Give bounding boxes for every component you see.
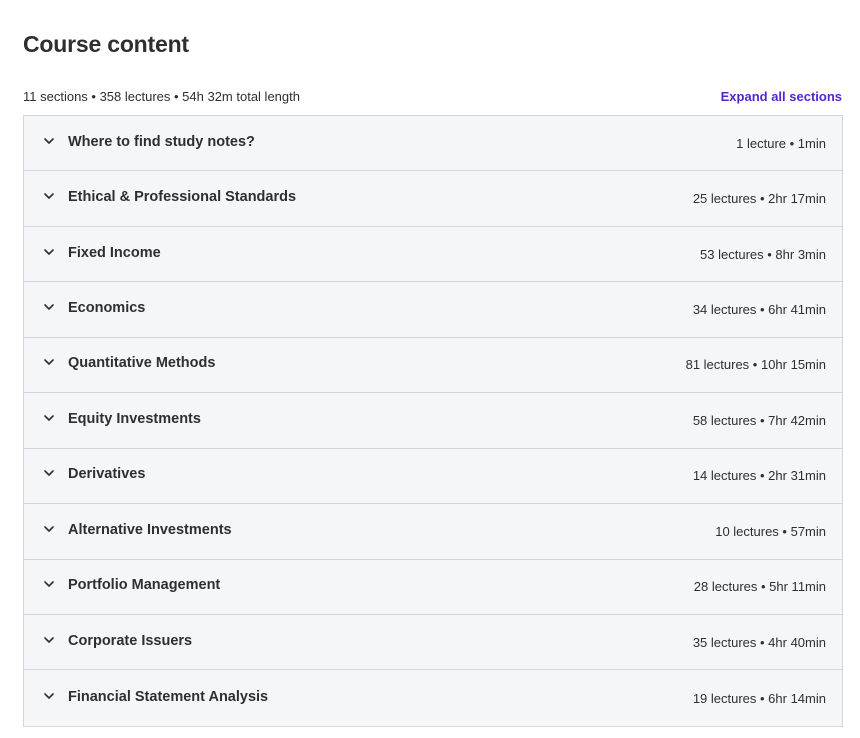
section-title: Alternative Investments (68, 521, 232, 538)
chevron-down-icon[interactable] (43, 579, 55, 591)
expand-all-sections-button[interactable]: Expand all sections (721, 89, 842, 104)
summary-row: 11 sections • 358 lectures • 54h 32m tot… (23, 86, 842, 106)
section-row[interactable]: Quantitative Methods 81 lectures • 10hr 1… (24, 337, 842, 394)
course-summary: 11 sections • 358 lectures • 54h 32m tot… (23, 88, 300, 104)
section-row[interactable]: Ethical & Professional Standards 25 lectu… (24, 171, 842, 227)
chevron-down-icon[interactable] (43, 690, 55, 702)
section-title: Portfolio Management (68, 577, 221, 594)
section-title: Financial Statement Analysis (68, 688, 269, 705)
sections-accordion: Where to find study notes? 1 lecture • 1m… (23, 115, 843, 727)
section-title: Ethical & Professional Standards (68, 189, 297, 206)
section-meta: 28 lectures • 5hr 11min (693, 579, 826, 595)
chevron-down-icon[interactable] (43, 468, 55, 480)
section-meta: 81 lectures • 10hr 15min (685, 357, 826, 373)
section-title: Corporate Issuers (68, 632, 193, 649)
section-meta: 58 lectures • 7hr 42min (692, 412, 826, 428)
section-title: Quantitative Methods (68, 355, 216, 372)
section-row[interactable]: Alternative Investments 10 lectures • 57m… (24, 504, 842, 560)
chevron-down-icon[interactable] (43, 246, 55, 258)
chevron-down-icon[interactable] (43, 357, 55, 369)
section-title: Economics (68, 300, 146, 317)
section-row[interactable]: Financial Statement Analysis 19 lectures … (24, 670, 842, 726)
chevron-down-icon[interactable] (43, 523, 55, 535)
section-title: Fixed Income (68, 244, 161, 261)
course-content-panel: Course content 11 sections • 358 lecture… (0, 0, 860, 738)
chevron-down-icon[interactable] (43, 302, 55, 314)
section-row[interactable]: Portfolio Management 28 lectures • 5hr 11… (24, 559, 842, 615)
section-meta: 35 lectures • 4hr 40min (692, 634, 826, 650)
section-meta: 19 lectures • 6hr 14min (692, 690, 826, 706)
chevron-down-icon[interactable] (43, 135, 55, 147)
section-meta: 10 lectures • 57min (715, 523, 826, 539)
section-row[interactable]: Economics 34 lectures • 6hr 41min (24, 282, 842, 338)
page-title: Course content (23, 31, 189, 57)
section-row[interactable]: Corporate Issuers 35 lectures • 4hr 40min (24, 614, 842, 671)
section-meta: 1 lecture • 1min (736, 135, 826, 151)
section-title: Equity Investments (68, 410, 201, 427)
section-title: Derivatives (68, 466, 146, 483)
section-meta: 14 lectures • 2hr 31min (692, 468, 826, 484)
section-meta: 34 lectures • 6hr 41min (692, 302, 826, 318)
section-row[interactable]: Where to find study notes? 1 lecture • 1m… (24, 116, 842, 172)
section-meta: 53 lectures • 8hr 3min (700, 246, 826, 262)
section-row[interactable]: Fixed Income 53 lectures • 8hr 3min (24, 226, 842, 283)
section-row[interactable]: Derivatives 14 lectures • 2hr 31min (24, 448, 842, 505)
chevron-down-icon[interactable] (43, 191, 55, 203)
chevron-down-icon[interactable] (43, 412, 55, 424)
section-row[interactable]: Equity Investments 58 lectures • 7hr 42mi… (24, 393, 842, 449)
section-title: Where to find study notes? (68, 133, 255, 150)
chevron-down-icon[interactable] (43, 634, 55, 646)
section-meta: 25 lectures • 2hr 17min (692, 191, 826, 207)
